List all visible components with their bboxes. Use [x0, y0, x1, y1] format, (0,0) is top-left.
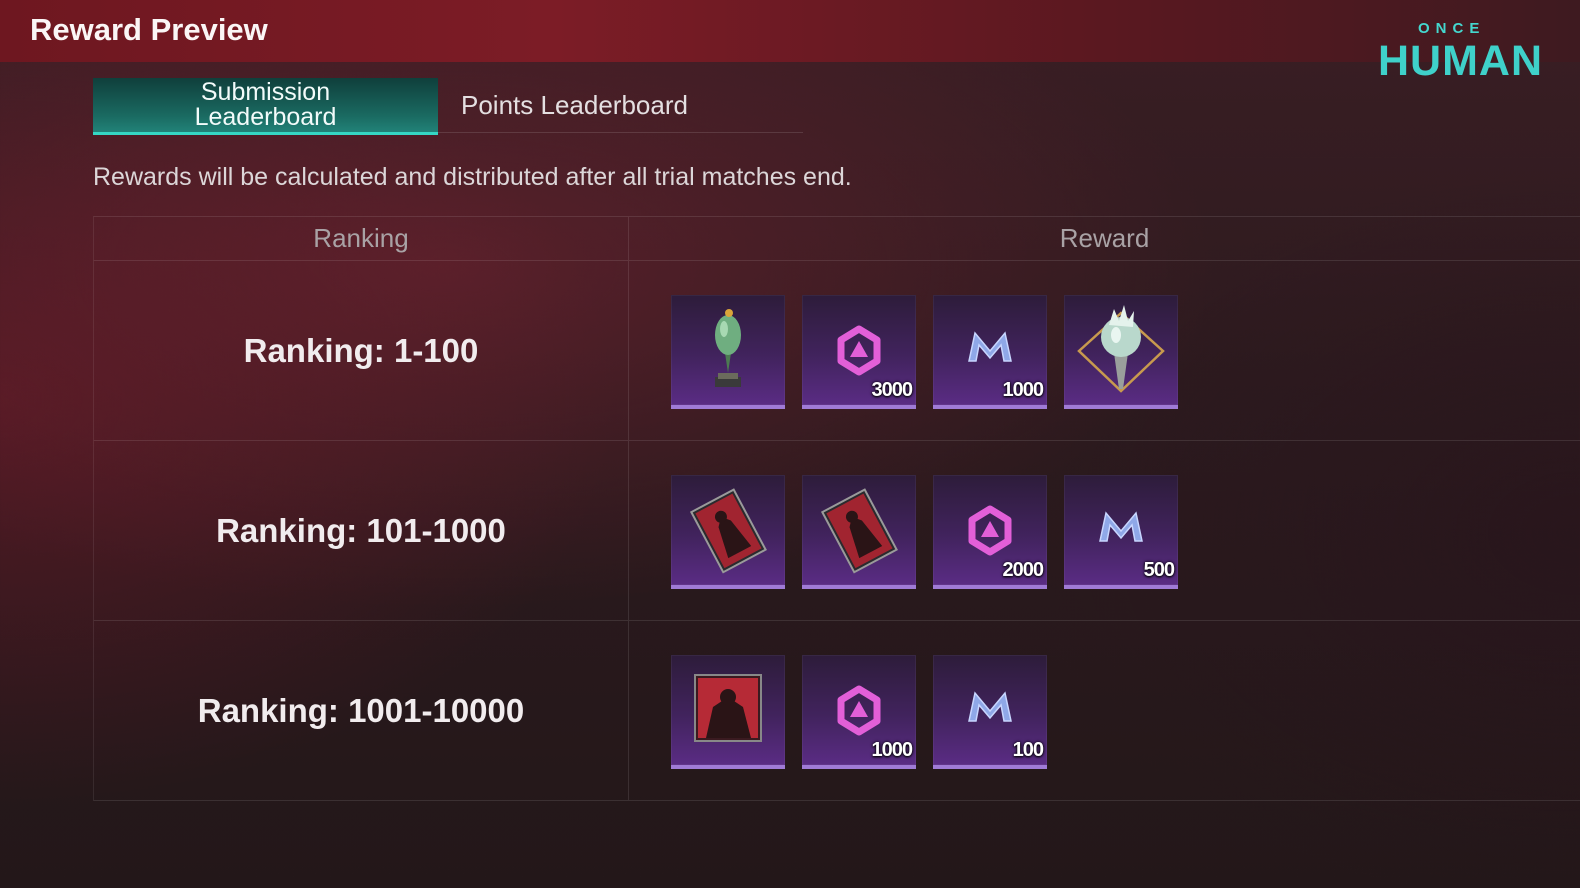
table-header: Ranking Reward — [93, 216, 1580, 261]
ranking-label: Ranking: 1001-10000 — [94, 621, 629, 800]
once-human-logo: ONCE HUMAN — [1378, 20, 1542, 90]
tab-bar: Submission Leaderboard Points Leaderboar… — [93, 78, 803, 135]
reward-item[interactable]: 1000 — [933, 295, 1047, 409]
tab-submission-leaderboard[interactable]: Submission Leaderboard — [93, 78, 438, 135]
table-row: Ranking: 101-1000 2000 500 — [93, 441, 1580, 621]
tab-points-leaderboard[interactable]: Points Leaderboard — [438, 78, 751, 132]
reward-item[interactable] — [1064, 295, 1178, 409]
reward-column-header: Reward — [1059, 223, 1150, 253]
logo-top-text: ONCE — [1418, 20, 1486, 37]
reward-item[interactable]: 100 — [933, 655, 1047, 769]
tab-label: Submission Leaderboard — [194, 78, 337, 131]
reward-quantity: 3000 — [871, 379, 913, 401]
tab-label: Points Leaderboard — [461, 89, 688, 120]
reward-item[interactable]: 500 — [1064, 475, 1178, 589]
reward-item[interactable]: 3000 — [802, 295, 916, 409]
table-row: Ranking: 1-100 3000 1000 — [93, 261, 1580, 441]
reward-item[interactable] — [802, 475, 916, 589]
reward-quantity: 100 — [1012, 739, 1044, 761]
reward-item[interactable] — [671, 475, 785, 589]
ranking-label: Ranking: 101-1000 — [94, 441, 629, 620]
reward-quantity: 2000 — [1002, 559, 1044, 581]
reward-quantity: 1000 — [871, 739, 913, 761]
logo-bottom-text: HUMAN — [1378, 37, 1544, 85]
reward-item[interactable]: 1000 — [802, 655, 916, 769]
rewards-table: Ranking Reward Ranking: 1-100 3000 1000 Ran… — [93, 216, 1580, 801]
reward-quantity: 1000 — [1002, 379, 1044, 401]
table-row: Ranking: 1001-10000 1000 100 — [93, 621, 1580, 801]
ranking-column-header: Ranking — [94, 217, 629, 260]
reward-item[interactable] — [671, 295, 785, 409]
ranking-label: Ranking: 1-100 — [94, 261, 629, 440]
page-title: Reward Preview — [30, 12, 268, 47]
title-bar: Reward Preview — [0, 0, 1580, 62]
reward-quantity: 500 — [1143, 559, 1175, 581]
rewards-notice: Rewards will be calculated and distribut… — [93, 163, 852, 191]
reward-item[interactable]: 2000 — [933, 475, 1047, 589]
reward-item[interactable] — [671, 655, 785, 769]
